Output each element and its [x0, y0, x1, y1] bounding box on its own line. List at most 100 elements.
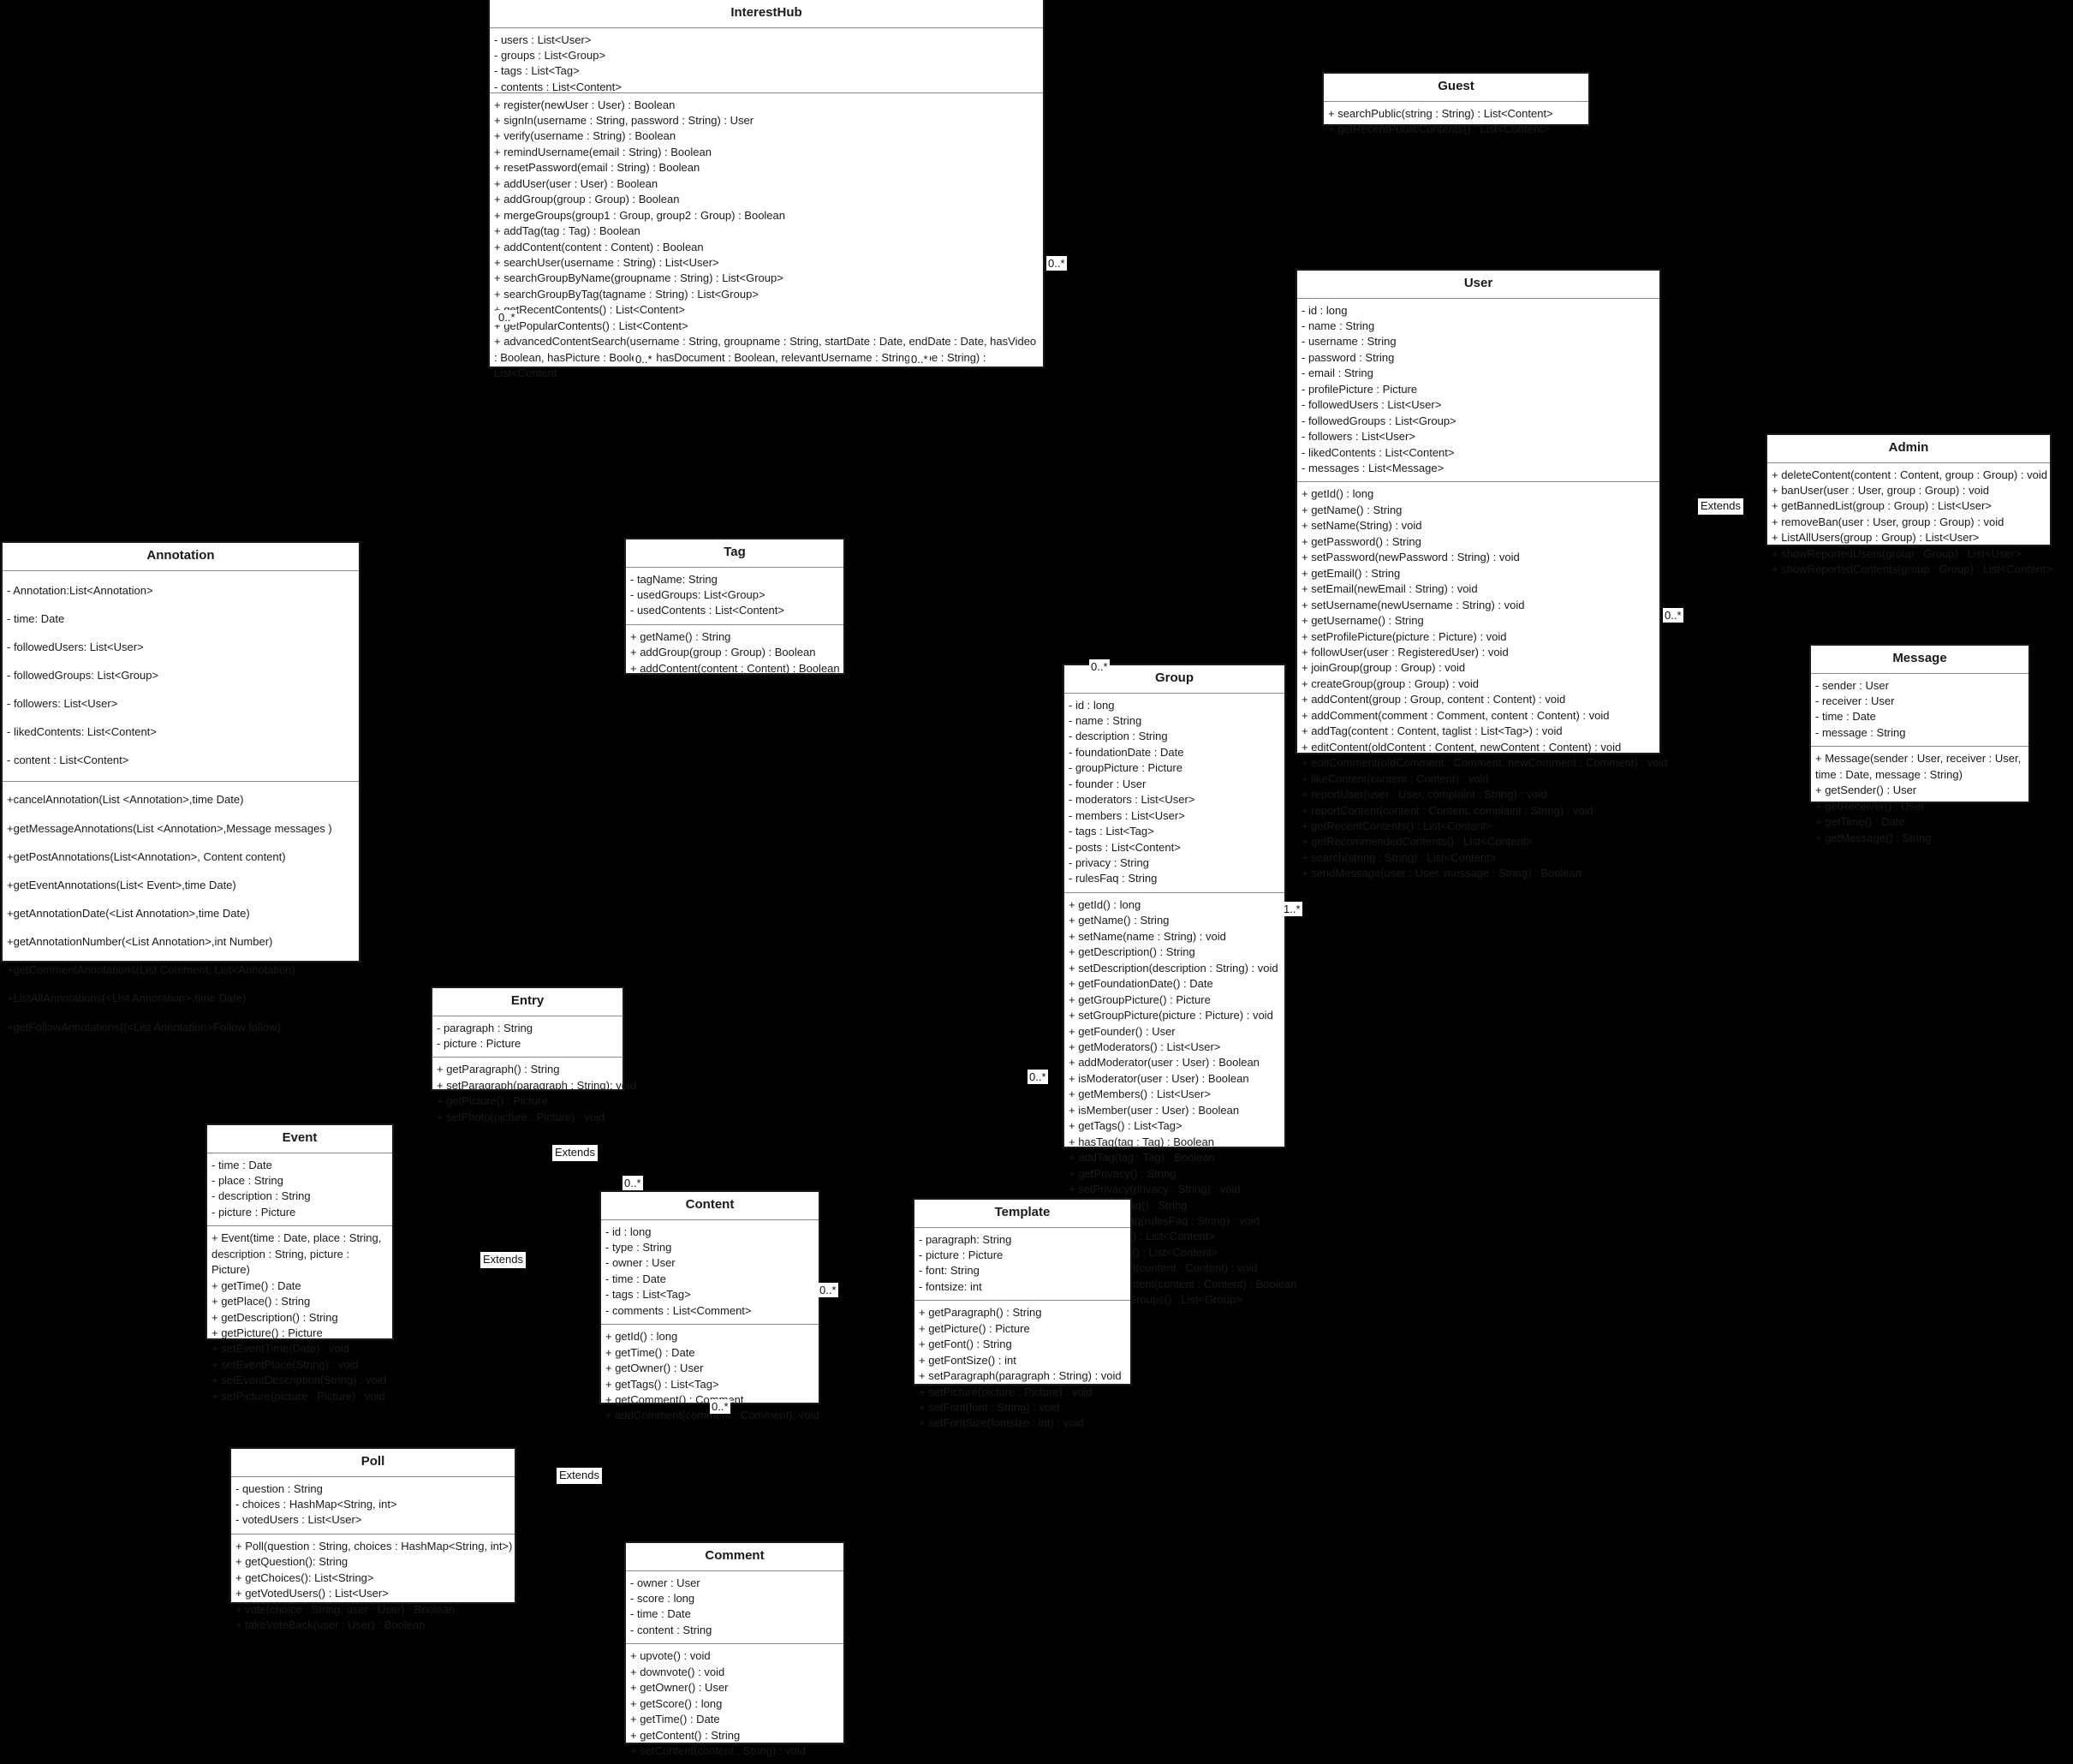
class-box-guest[interactable]: Guest + searchPublic(string : String) : … — [1322, 72, 1590, 135]
class-attributes-group: - id : long - name : String - descriptio… — [1064, 694, 1284, 893]
method-row: + getId() : long — [1302, 487, 1374, 501]
method-row: + followUser(user : RegisteredUser) : vo… — [1302, 646, 1509, 659]
method-row: + setFontSize(fontsize : int) : void — [919, 1416, 1084, 1430]
attribute-row: - id : long — [605, 1225, 652, 1238]
multiplicity-content-right: 0..* — [818, 1283, 838, 1297]
attribute-row: - groups : List<Group> — [494, 48, 606, 62]
attribute-row: - fontsize: int — [919, 1279, 982, 1293]
class-box-group[interactable]: Group - id : long - name : String - desc… — [1063, 664, 1296, 1306]
class-title-comment: Comment — [626, 1543, 843, 1571]
method-row: + getName() : String — [630, 629, 731, 643]
method-row: + getId() : long — [1069, 897, 1141, 911]
method-row: + showReportedUsers(group : Group) : Lis… — [1772, 546, 2022, 560]
class-title-content: Content — [601, 1192, 819, 1220]
method-row: + isMember(user : User) : Boolean — [1069, 1103, 1240, 1117]
attribute-row: - place : String — [211, 1173, 283, 1187]
method-row: + Message(sender : User, receiver : User… — [1815, 752, 2022, 781]
method-row: + getParagraph() : String — [919, 1306, 1042, 1320]
attribute-row: - followedGroups : List<Group> — [1302, 414, 1456, 427]
method-row: +getAnnotationNumber(<List Annotation>,i… — [7, 935, 273, 949]
attribute-row: - privacy : String — [1069, 856, 1149, 870]
class-box-tag[interactable]: Tag - tagName: String - usedGroups: List… — [624, 538, 845, 675]
class-attributes-content: - id : long - type : String - owner : Us… — [601, 1220, 819, 1326]
multiplicity-hub-bottom-left: 0..* — [497, 310, 517, 325]
attribute-row: - likedContents: List<Content> — [7, 725, 157, 739]
method-row: + setPassword(newPassword : String) : vo… — [1302, 551, 1520, 564]
class-box-content[interactable]: Content - id : long - type : String - ow… — [599, 1190, 820, 1421]
method-row: + getPassword() : String — [1302, 534, 1421, 548]
attribute-row: - rulesFaq : String — [1069, 872, 1158, 885]
method-row: + getTags() : List<Tag> — [1069, 1119, 1182, 1133]
method-row: + addGroup(group : Group) : Boolean — [630, 646, 816, 659]
multiplicity-group-bottom-left: 0..* — [1028, 1070, 1048, 1084]
attribute-row: - message : String — [1815, 725, 1906, 739]
class-attributes-comment: - owner : User - score : long - time : D… — [626, 1571, 843, 1645]
method-row: + setProfilePicture(picture : Picture) :… — [1302, 629, 1507, 643]
attribute-row: - Annotation:List<Annotation> — [7, 583, 153, 597]
method-row: + setGroupPicture(picture : Picture) : v… — [1069, 1009, 1273, 1022]
class-attributes-message: - sender : User - receiver : User - time… — [1811, 674, 2028, 748]
method-row: + getParagraph() : String — [437, 1063, 560, 1076]
method-row: +getAnnotationDate(<List Annotation>,tim… — [7, 907, 250, 921]
attribute-row: - messages : List<Message> — [1302, 462, 1445, 475]
method-row: + getUsername() : String — [1302, 614, 1424, 628]
attribute-row: - likedContents : List<Content> — [1302, 445, 1455, 459]
method-row: + isModerator(user : User) : Boolean — [1069, 1071, 1249, 1085]
attribute-row: - usedContents : List<Content> — [630, 604, 784, 617]
method-row: + addTag(tag : Tag) : Boolean — [1069, 1151, 1215, 1165]
method-row: + getEmail() : String — [1302, 566, 1401, 580]
method-row: + getRecentContents() : List<Content> — [1302, 819, 1492, 832]
method-row: + getBannedList(group : Group) : List<Us… — [1772, 499, 1992, 513]
class-methods-admin: + deleteContent(content : Content, group… — [1767, 463, 2052, 583]
attribute-row: - picture : Picture — [437, 1036, 521, 1050]
attribute-row: - score : long — [630, 1591, 695, 1605]
class-title-event: Event — [207, 1125, 392, 1153]
class-box-annotation[interactable]: Annotation - Annotation:List<Annotation>… — [1, 541, 360, 1034]
attribute-row: - moderators : List<User> — [1069, 793, 1195, 807]
attribute-row: - time: Date — [7, 611, 65, 625]
method-row: + getFounder() : User — [1069, 1024, 1176, 1038]
method-row: + setUsername(newUsername : String) : vo… — [1302, 598, 1525, 611]
method-row: + search(string : String) : List<Content… — [1302, 850, 1497, 864]
method-row: + getRecentPublicContents() : List<Conte… — [1328, 122, 1550, 135]
attribute-row: - id : long — [1069, 698, 1115, 712]
method-row: + getQuestion(): String — [235, 1555, 348, 1569]
method-row: + setEventPlace(String) : void — [211, 1357, 359, 1371]
class-attributes-interesthub: - users : List<User> - groups : List<Gro… — [490, 28, 1043, 93]
class-title-message: Message — [1811, 646, 2028, 674]
class-box-admin[interactable]: Admin + deleteContent(content : Content,… — [1766, 433, 2052, 575]
method-row: + getRecommendedContents() : List<Conten… — [1302, 835, 1533, 849]
attribute-row: - name : String — [1302, 319, 1375, 332]
method-row: + likeContent(content : Content) : void — [1302, 772, 1489, 785]
class-title-tag: Tag — [626, 539, 843, 568]
method-row: + setDescription(description : String) :… — [1069, 961, 1278, 974]
method-row: + getContent() : String — [630, 1728, 741, 1742]
class-title-admin: Admin — [1767, 435, 2050, 463]
class-title-guest: Guest — [1324, 74, 1588, 102]
class-box-user[interactable]: User - id : long - name : String - usern… — [1296, 269, 1667, 879]
class-box-template[interactable]: Template - paragraph: String - picture :… — [913, 1198, 1132, 1429]
method-row: + upvote() : void — [630, 1649, 711, 1663]
method-row: + addTag(content : Content, taglist : Li… — [1302, 724, 1563, 738]
attribute-row: - content : String — [630, 1623, 712, 1636]
method-row: + getTime() : Date — [211, 1278, 301, 1292]
class-box-comment[interactable]: Comment - owner : User - score : long - … — [624, 1541, 845, 1757]
method-row: + resetPassword(email : String) : Boolea… — [494, 161, 700, 175]
method-row: +ListAllAnnotations(<List Annotation>,ti… — [7, 992, 247, 1005]
class-attributes-poll: - question : String - choices : HashMap<… — [231, 1477, 515, 1535]
attribute-row: - time : Date — [211, 1158, 272, 1171]
class-box-poll[interactable]: Poll - question : String - choices : Has… — [229, 1447, 516, 1631]
class-box-event[interactable]: Event - time : Date - place : String - d… — [206, 1123, 394, 1403]
attribute-row: - description : String — [1069, 730, 1168, 743]
method-row: + searchUser(username : String) : List<U… — [494, 256, 719, 270]
attribute-row: - paragraph : String — [437, 1021, 533, 1034]
method-row: +getFollowAnnotations((<List Annotation>… — [7, 1020, 281, 1034]
attribute-row: - sender : User — [1815, 678, 1889, 692]
method-row: + setParagraph(paragraph : String): void — [437, 1078, 637, 1092]
multiplicity-group-right: 1..* — [1282, 902, 1302, 916]
class-box-interesthub[interactable]: InterestHub - users : List<User> - group… — [488, 0, 1045, 379]
method-row: + hasTag(tag : Tag) : Boolean — [1069, 1135, 1214, 1148]
class-box-entry[interactable]: Entry - paragraph : String - picture : P… — [431, 986, 637, 1123]
method-row: + getVotedUsers() : List<User> — [235, 1587, 389, 1600]
class-box-message[interactable]: Message - sender : User - receiver : Use… — [1809, 644, 2030, 844]
